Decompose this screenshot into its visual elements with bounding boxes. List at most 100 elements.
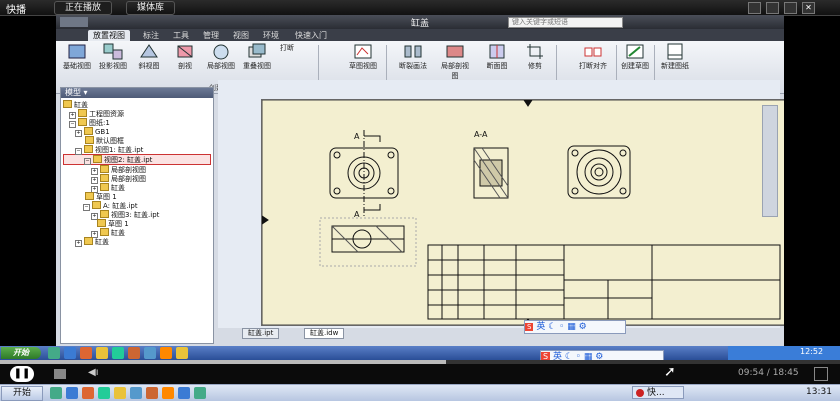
tab-get-started[interactable]: 快速入门 xyxy=(290,30,332,41)
restore-button[interactable] xyxy=(784,2,797,14)
tree-item[interactable]: − 视图1: 缸盖.ipt xyxy=(63,145,211,155)
tab-annotate[interactable]: 标注 xyxy=(138,30,164,41)
app-title-bar: 缸盖 键入关键字或短语 xyxy=(56,15,784,29)
section-label-a-top: A xyxy=(354,132,360,141)
tree-item[interactable]: + 缸盖 xyxy=(63,228,211,238)
tree-item[interactable]: 缸盖 xyxy=(63,100,211,109)
ribbon-tabs: 放置视图 标注 工具 管理 视图 环境 快速入门 xyxy=(56,29,784,41)
slice-button[interactable]: 断面图 xyxy=(480,43,514,71)
break-out-icon xyxy=(404,45,422,58)
mouse-cursor-icon: ➚ xyxy=(664,364,676,380)
quicklaunch-icon[interactable] xyxy=(64,347,76,359)
quicklaunch-icon[interactable] xyxy=(194,387,206,399)
sogou-icon: S xyxy=(525,323,534,331)
quicklaunch-icon[interactable] xyxy=(128,347,140,359)
drawing-geometry xyxy=(262,100,784,325)
fullscreen-icon[interactable] xyxy=(814,367,828,381)
quicklaunch-icon[interactable] xyxy=(96,347,108,359)
quicklaunch-icon[interactable] xyxy=(160,347,172,359)
stop-icon[interactable] xyxy=(54,369,66,379)
local-section-icon xyxy=(446,45,464,58)
tree-item[interactable]: + 工程图资源 xyxy=(63,109,211,119)
tab-view[interactable]: 视图 xyxy=(228,30,254,41)
create-sketch-icon xyxy=(626,44,644,59)
base-view-button[interactable]: 基础视图 xyxy=(60,43,94,71)
tree-item-selected[interactable]: − 视图2: 缸盖.ipt xyxy=(63,154,211,165)
local-section-button[interactable]: 局部剖视图 xyxy=(438,43,472,81)
quicklaunch-icon[interactable] xyxy=(162,387,174,399)
quicklaunch-icon[interactable] xyxy=(98,387,110,399)
projected-view-button[interactable]: 投影视图 xyxy=(96,43,130,71)
quicklaunch-icon[interactable] xyxy=(176,347,188,359)
quicklaunch-icon[interactable] xyxy=(66,387,78,399)
quicklaunch-icon[interactable] xyxy=(48,347,60,359)
system-taskbar: 开始 快... 13:31 xyxy=(0,384,840,401)
tab-place-views[interactable]: 放置视图 xyxy=(88,30,130,41)
create-sketch-button[interactable]: 创建草图 xyxy=(618,43,652,71)
browser-tree: 缸盖 + 工程图资源 − 图纸:1 + GB1 默认图框 − 视图1: 缸盖.ipt −… xyxy=(63,100,211,247)
help-search-input[interactable]: 键入关键字或短语 xyxy=(508,17,623,28)
browser-header[interactable]: 模型 ▾ xyxy=(61,88,213,98)
tree-item[interactable]: 草图 1 xyxy=(63,219,211,228)
quicklaunch-icon[interactable] xyxy=(80,347,92,359)
tab-now-playing[interactable]: 正在播放 xyxy=(54,1,113,15)
quicklaunch-icon[interactable] xyxy=(144,347,156,359)
tree-item[interactable]: + 缸盖 xyxy=(63,237,211,247)
section-view-label: A-A xyxy=(474,130,488,139)
crop-icon xyxy=(527,44,543,59)
navigation-bar[interactable] xyxy=(762,105,778,217)
tab-environment[interactable]: 环境 xyxy=(258,30,284,41)
start-button[interactable]: 开始 xyxy=(1,347,41,359)
system-start-button[interactable]: 开始 xyxy=(1,386,43,401)
tree-item[interactable]: + 局部剖视图 xyxy=(63,165,211,175)
quicklaunch-icon[interactable] xyxy=(130,387,142,399)
minimize-button[interactable] xyxy=(748,2,761,14)
tree-item[interactable]: 默认图框 xyxy=(63,136,211,145)
quicklaunch-icon[interactable] xyxy=(114,387,126,399)
tree-item[interactable]: − A: 缸盖.ipt xyxy=(63,201,211,211)
break-button[interactable]: 打断 xyxy=(280,43,320,53)
slice-icon xyxy=(489,44,505,59)
tab-manage[interactable]: 管理 xyxy=(198,30,224,41)
pause-icon[interactable]: ❚❚ xyxy=(10,366,34,382)
detail-view-button[interactable]: 局部视图 xyxy=(204,43,238,71)
doc-tab-part[interactable]: 缸盖.ipt xyxy=(242,328,280,339)
section-label-a-bottom: A xyxy=(354,210,360,219)
break-out-button[interactable]: 断裂画法 xyxy=(396,43,430,71)
tray-clock: 12:52 xyxy=(800,347,824,356)
quicklaunch-icon[interactable] xyxy=(50,387,62,399)
break-alignment-button[interactable]: 打断对齐 xyxy=(576,43,610,71)
new-sheet-button[interactable]: 新建图纸 xyxy=(658,43,692,71)
quicklaunch-icon[interactable] xyxy=(178,387,190,399)
front-view xyxy=(329,130,399,216)
tab-tools[interactable]: 工具 xyxy=(168,30,194,41)
tree-item[interactable]: + GB1 xyxy=(63,127,211,137)
close-icon[interactable]: ✕ xyxy=(802,2,815,14)
maximize-button[interactable] xyxy=(766,2,779,14)
recorded-taskbar: 开始 12:52 xyxy=(0,346,840,360)
tab-media-library[interactable]: 媒体库 xyxy=(126,1,176,15)
playback-time: 09:54 / 18:45 xyxy=(738,368,799,378)
auxiliary-view-icon xyxy=(140,44,158,58)
crop-button[interactable]: 修剪 xyxy=(518,43,552,71)
section-view-button[interactable]: 剖视 xyxy=(168,43,202,71)
overlay-view-icon xyxy=(248,43,266,58)
ime-toolbar[interactable]: S 英 ☾ ◦ ▦ ⚙ xyxy=(524,320,626,334)
tree-item[interactable]: + 视图3: 缸盖.ipt xyxy=(63,210,211,220)
quicklaunch-icon[interactable] xyxy=(82,387,94,399)
drawing-sheet[interactable]: A A A-A xyxy=(261,99,784,326)
tree-item[interactable]: + 缸盖 xyxy=(63,183,211,193)
model-browser: 模型 ▾ 缸盖 + 工程图资源 − 图纸:1 + GB1 默认图框 − 视图1: 缸盖.… xyxy=(60,87,214,344)
overlay-view-button[interactable]: 重叠视图 xyxy=(240,43,274,71)
tree-item[interactable]: 草图 1 xyxy=(63,192,211,201)
volume-icon[interactable]: ◀ı xyxy=(88,367,98,378)
doc-tab-drawing[interactable]: 缸盖.idw xyxy=(304,328,345,339)
sketch-view-button[interactable]: 草图视图 xyxy=(346,43,380,71)
auxiliary-view-button[interactable]: 斜视图 xyxy=(132,43,166,71)
quicklaunch-icon[interactable] xyxy=(146,387,158,399)
inventor-window: 缸盖 键入关键字或短语 放置视图 标注 工具 管理 视图 环境 快速入门 基础视… xyxy=(56,15,784,360)
side-view xyxy=(567,145,631,199)
quicklaunch-icon[interactable] xyxy=(112,347,124,359)
tree-item[interactable]: − 图纸:1 xyxy=(63,118,211,128)
tree-item[interactable]: + 局部剖视图 xyxy=(63,174,211,184)
